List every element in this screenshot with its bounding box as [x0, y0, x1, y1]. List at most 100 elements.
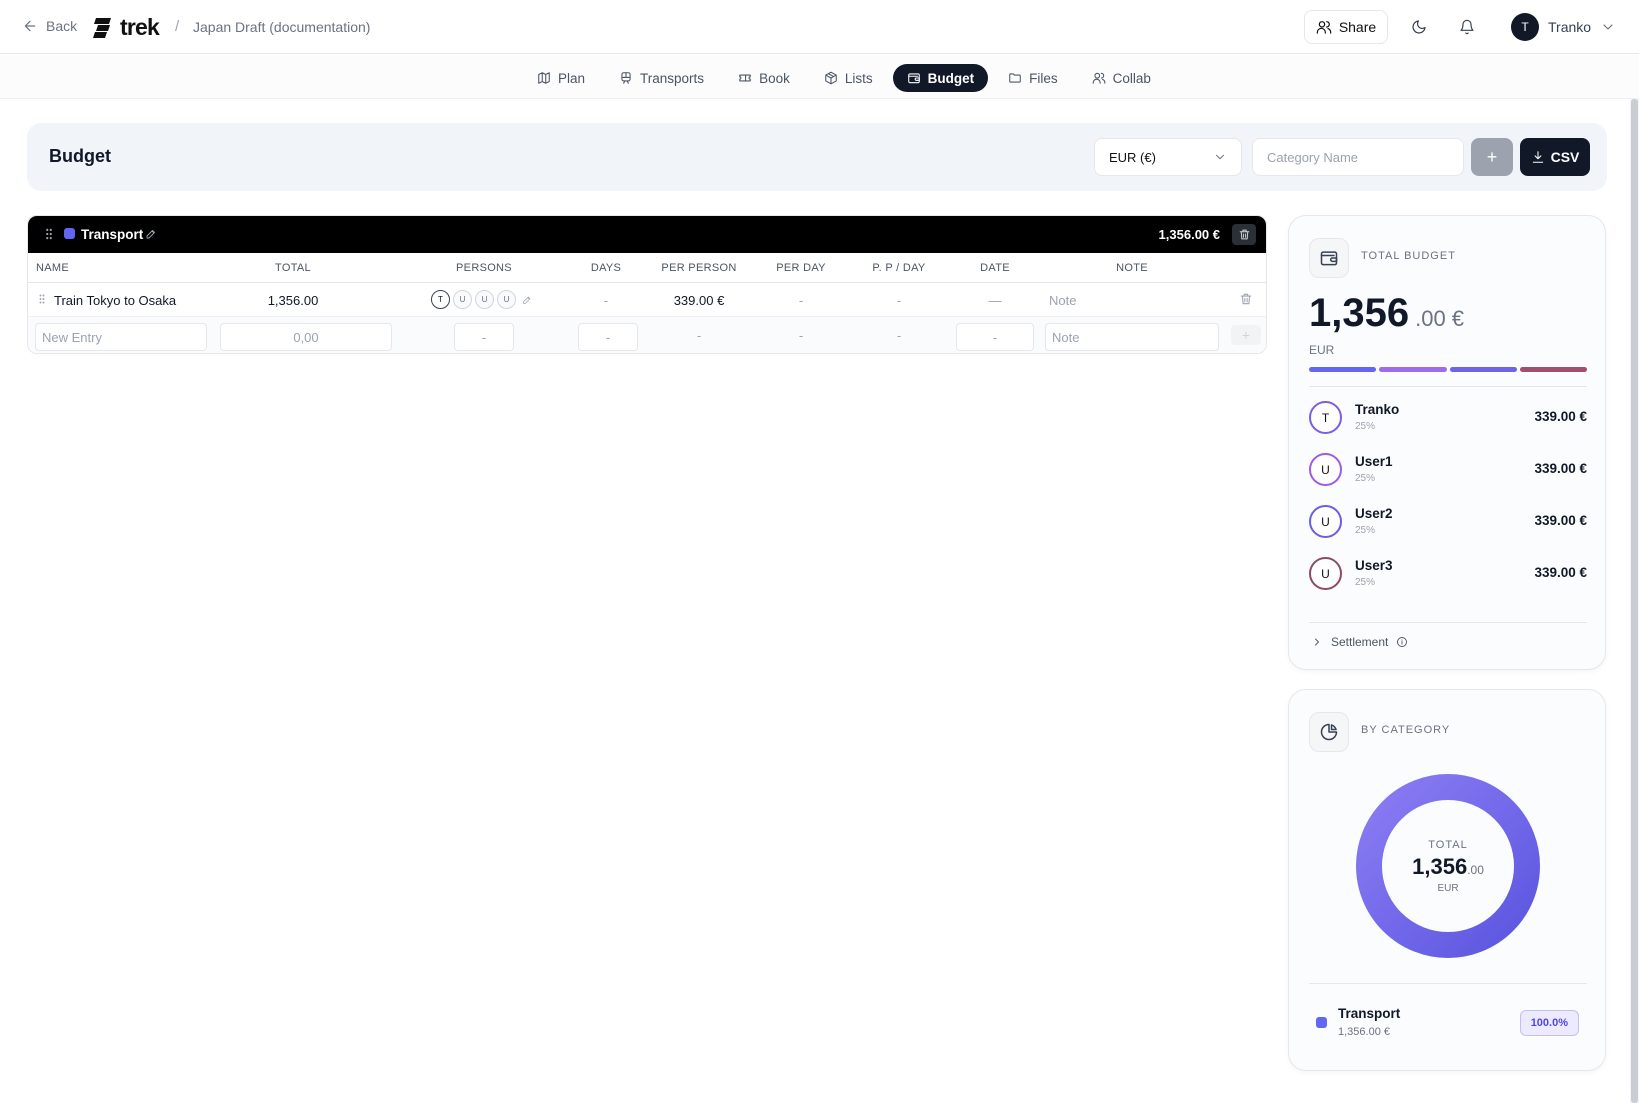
package-icon [825, 71, 837, 85]
entry-persons[interactable]: T U U U [431, 290, 532, 309]
info-icon[interactable] [1396, 636, 1408, 648]
entry-name[interactable]: Train Tokyo to Osaka [54, 293, 176, 308]
currency-code: EUR [1309, 343, 1335, 357]
column-header: PERSONS [456, 262, 512, 274]
card-label: TOTAL BUDGET [1361, 250, 1456, 262]
delete-category-button[interactable] [1232, 224, 1256, 245]
currency-select[interactable]: EUR (€) [1094, 138, 1242, 176]
person-amount: 339.00 € [1534, 461, 1587, 476]
total-amount-decimal: .00 € [1415, 306, 1465, 331]
csv-label: CSV [1550, 149, 1580, 165]
category-table: Transport 1,356.00 € NAME TOTAL PERSONS … [27, 215, 1267, 354]
bell-icon [1460, 19, 1474, 35]
tab-transports[interactable]: Transports [605, 64, 718, 92]
new-entry-pp-day: - [896, 328, 902, 343]
logo[interactable]: trek [92, 14, 160, 41]
new-entry-date-input[interactable] [956, 323, 1034, 351]
add-category-button[interactable]: + [1471, 138, 1513, 176]
scrollbar-thumb[interactable] [1631, 99, 1638, 1103]
person-chip[interactable]: U [475, 290, 494, 309]
tab-plan[interactable]: Plan [523, 64, 599, 92]
pencil-icon[interactable] [522, 295, 532, 305]
add-entry-button[interactable]: + [1231, 325, 1261, 345]
share-button[interactable]: Share [1304, 10, 1388, 44]
column-header: DATE [980, 262, 1010, 274]
budget-header: Budget EUR (€) + CSV [27, 123, 1607, 191]
tab-lists[interactable]: Lists [810, 64, 887, 92]
settlement-label: Settlement [1331, 635, 1389, 649]
export-csv-button[interactable]: CSV [1520, 138, 1590, 176]
drag-handle-icon[interactable] [42, 227, 56, 241]
tab-label: Transports [640, 70, 705, 86]
entry-note[interactable]: Note [1049, 293, 1076, 308]
category-legend-item[interactable]: Transport 1,356.00 € 100.0% [1309, 1003, 1587, 1045]
arrow-left-icon [24, 20, 36, 32]
user-name: Tranko [1548, 19, 1592, 35]
new-entry-total-input[interactable] [220, 323, 392, 351]
person-chip[interactable]: U [453, 290, 472, 309]
legend-amount: 1,356.00 € [1338, 1026, 1390, 1038]
person-avatar: U [1309, 557, 1342, 590]
person-chip[interactable]: T [431, 290, 450, 309]
entry-date[interactable]: — [989, 293, 1002, 308]
new-entry-name-input[interactable] [35, 323, 207, 351]
card-icon-box [1309, 238, 1349, 278]
trek-logo-icon [93, 17, 111, 38]
entry-pp-day: - [896, 293, 902, 308]
folder-icon [1009, 73, 1021, 83]
new-entry-days-input[interactable] [578, 323, 638, 351]
pencil-icon[interactable] [145, 228, 157, 240]
category-name-input[interactable] [1252, 138, 1464, 176]
tab-budget[interactable]: Budget [892, 64, 989, 92]
donut-amount-integer: 1,356 [1412, 853, 1468, 879]
tab-label: Budget [927, 70, 975, 86]
back-button[interactable]: Back [22, 18, 77, 34]
chevron-right-icon [1315, 638, 1319, 646]
table-row[interactable]: Train Tokyo to Osaka 1,356.00 T U U U - … [28, 283, 1266, 317]
pie-chart-icon [1320, 723, 1338, 741]
tabs: Plan Transports Book Lists Budget Files … [523, 64, 1165, 92]
entry-per-person: 339.00 € [673, 293, 725, 308]
donut-amount-decimal: .00 [1467, 862, 1484, 877]
notifications-button[interactable] [1459, 19, 1475, 35]
avatar: T [1511, 13, 1539, 41]
column-header: PER DAY [776, 262, 826, 274]
entry-days[interactable]: - [604, 293, 608, 308]
tab-book[interactable]: Book [724, 64, 804, 92]
person-chip[interactable]: U [497, 290, 516, 309]
tab-label: Plan [558, 70, 586, 86]
trip-title: Japan Draft (documentation) [193, 19, 371, 35]
column-header: PER PERSON [661, 262, 737, 274]
new-entry-persons-input[interactable] [454, 323, 514, 351]
person-row: U User1 25% 339.00 € [1309, 451, 1587, 489]
entry-total[interactable]: 1,356.00 [268, 293, 319, 308]
back-label: Back [46, 18, 78, 34]
chevron-down-icon [1215, 154, 1225, 160]
settlement-toggle[interactable]: Settlement [1311, 635, 1408, 649]
tab-label: Collab [1112, 70, 1151, 86]
column-header: NOTE [1116, 262, 1148, 274]
theme-toggle-button[interactable] [1411, 19, 1427, 35]
card-label: BY CATEGORY [1361, 724, 1451, 736]
person-percent: 25% [1355, 525, 1376, 536]
share-segment [1309, 367, 1377, 372]
new-entry-note-input[interactable] [1045, 323, 1219, 351]
tab-bar: Plan Transports Book Lists Budget Files … [0, 55, 1639, 99]
column-header: NAME [36, 262, 69, 274]
new-entry-per-person: - [696, 328, 702, 343]
person-name: Tranko [1355, 402, 1400, 417]
total-amount: 1,356 .00 € [1309, 291, 1464, 336]
trash-icon[interactable] [1239, 292, 1253, 306]
category-header: Transport 1,356.00 € [28, 216, 1266, 253]
divider [1309, 983, 1587, 984]
user-menu[interactable]: T Tranko [1511, 13, 1616, 41]
currency-value: EUR (€) [1109, 149, 1156, 165]
category-total: 1,356.00 € [1158, 227, 1220, 242]
tab-label: Lists [844, 70, 873, 86]
column-header: TOTAL [275, 262, 311, 274]
person-name: User3 [1355, 558, 1393, 573]
tab-files[interactable]: Files [994, 64, 1072, 92]
person-percent: 25% [1355, 577, 1376, 588]
tab-collab[interactable]: Collab [1078, 64, 1165, 92]
drag-handle-icon[interactable] [36, 293, 48, 305]
